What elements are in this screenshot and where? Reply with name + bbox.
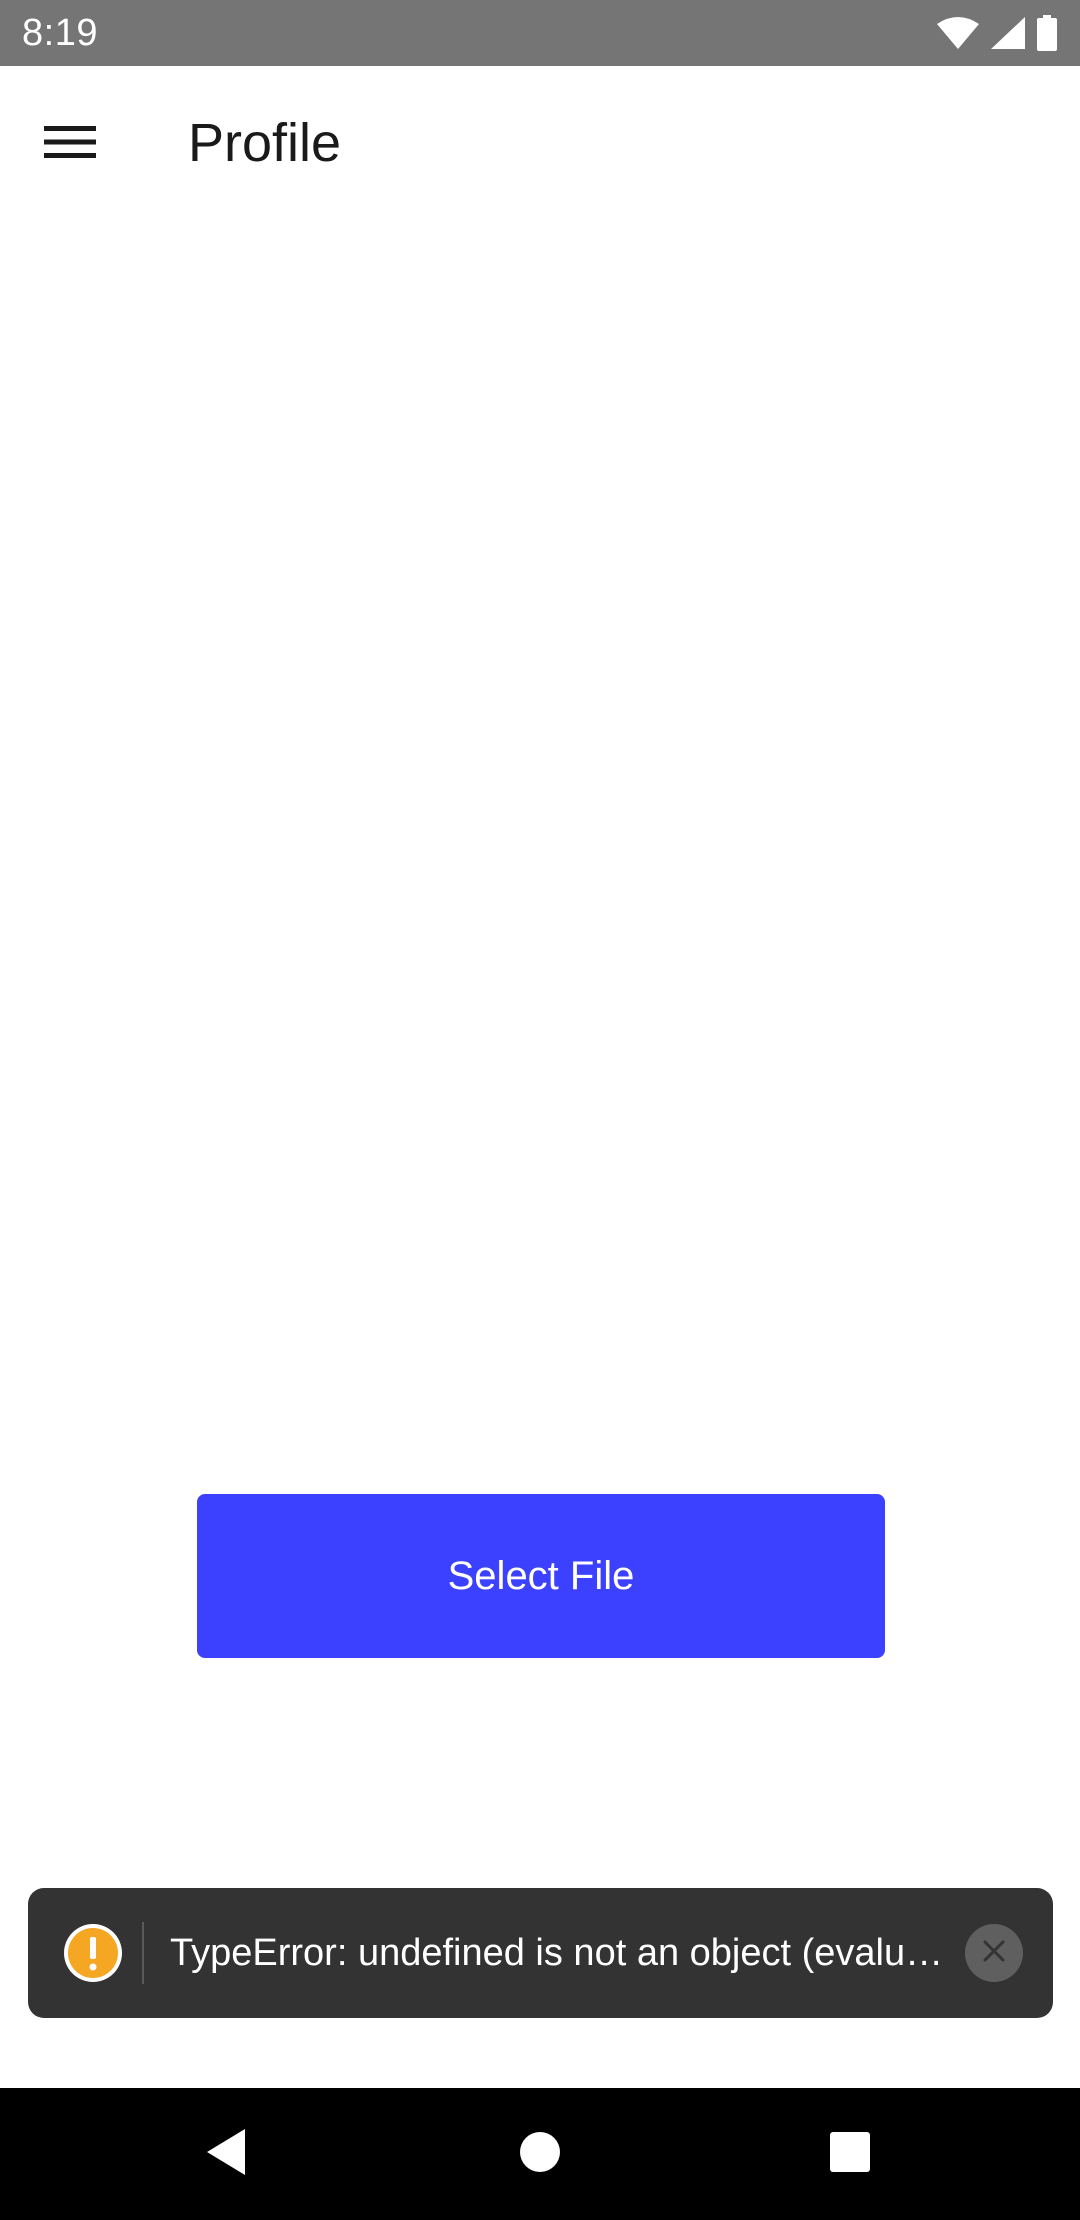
status-bar: 8:19 xyxy=(0,0,1080,66)
error-message: TypeError: undefined is not an object (e… xyxy=(170,1932,944,1974)
hamburger-menu-icon xyxy=(44,124,96,165)
signal-icon xyxy=(990,16,1026,50)
recents-icon xyxy=(830,2131,870,2177)
navigation-bar xyxy=(0,2088,1080,2220)
recents-button[interactable] xyxy=(810,2114,890,2194)
back-icon xyxy=(203,2127,249,2182)
error-toast[interactable]: TypeError: undefined is not an object (e… xyxy=(28,1888,1053,2018)
warning-icon xyxy=(62,1922,124,1984)
status-icons xyxy=(936,0,1058,66)
home-button[interactable] xyxy=(500,2114,580,2194)
status-time: 8:19 xyxy=(22,12,98,54)
home-icon xyxy=(519,2131,561,2178)
close-icon xyxy=(981,1938,1007,1969)
main-content: Select File xyxy=(0,220,1080,2088)
page-title: Profile xyxy=(188,113,342,173)
app-bar: Profile xyxy=(0,66,1080,220)
battery-icon xyxy=(1036,15,1058,51)
select-file-button[interactable]: Select File xyxy=(197,1494,885,1658)
toast-close-button[interactable] xyxy=(965,1924,1023,1982)
menu-button[interactable] xyxy=(30,104,110,184)
wifi-icon xyxy=(936,16,980,50)
back-button[interactable] xyxy=(186,2114,266,2194)
toast-divider xyxy=(142,1922,144,1984)
